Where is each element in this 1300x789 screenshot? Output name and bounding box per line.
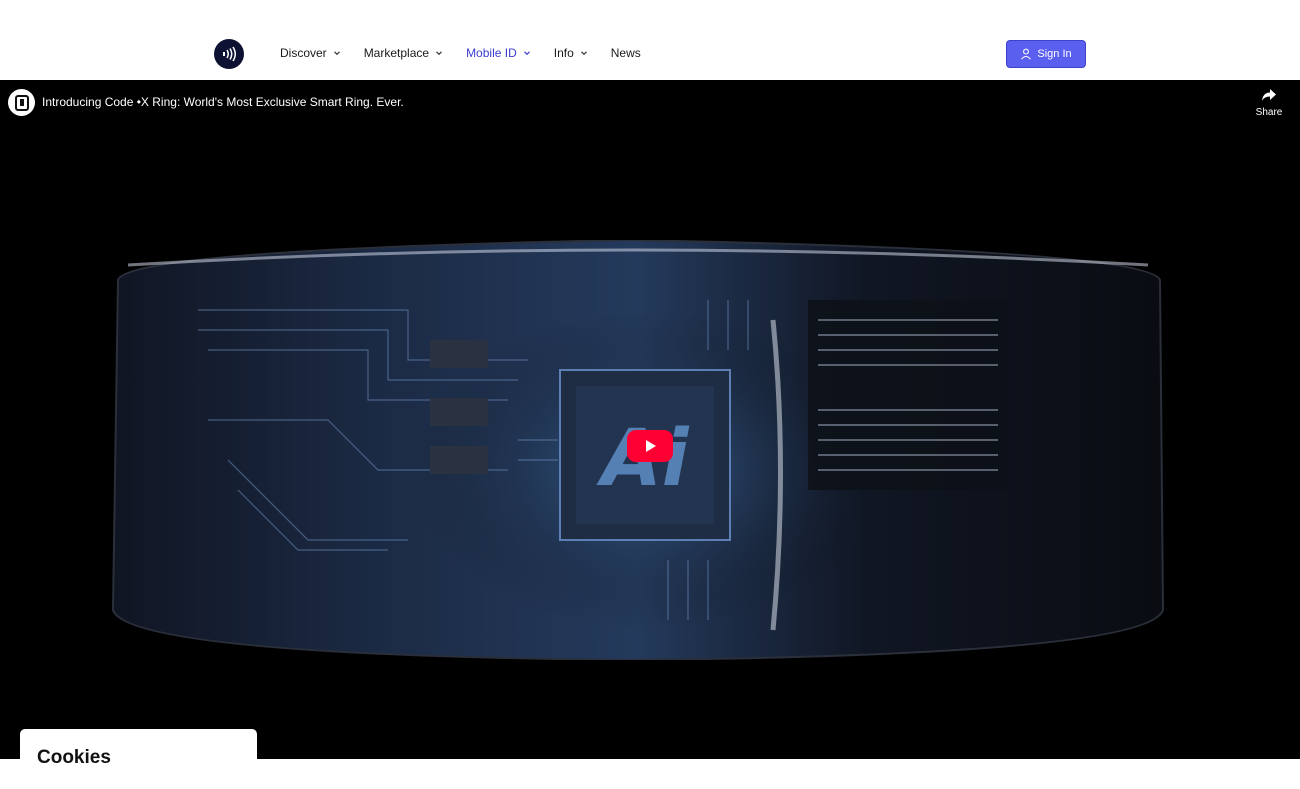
nav-item-label: News — [610, 46, 641, 60]
nav-item-info[interactable]: Info — [554, 46, 588, 60]
sign-in-label: Sign In — [1037, 48, 1072, 60]
nav-item-label: Marketplace — [363, 46, 430, 60]
chevron-down-icon — [333, 51, 340, 56]
play-button[interactable] — [627, 430, 673, 462]
nav-item-discover[interactable]: Discover — [280, 46, 341, 60]
video-title[interactable]: Introducing Code •X Ring: World's Most E… — [42, 95, 404, 109]
nfc-logo-icon[interactable] — [214, 39, 244, 69]
site-header: Discover Marketplace Mobile ID Info News… — [0, 0, 1300, 80]
user-icon — [1021, 48, 1032, 60]
nav-item-mobile-id[interactable]: Mobile ID — [466, 46, 531, 60]
nav-item-label: Mobile ID — [466, 46, 517, 60]
share-button[interactable]: Share — [1252, 88, 1286, 118]
cookie-banner-title: Cookies — [37, 747, 111, 768]
sign-in-button[interactable]: Sign In — [1006, 40, 1086, 68]
cookie-banner: Cookies — [20, 729, 257, 789]
share-icon — [1262, 89, 1276, 101]
chevron-down-icon — [436, 51, 442, 56]
nav-item-marketplace[interactable]: Marketplace — [364, 46, 443, 60]
nav-item-label: Discover — [280, 46, 327, 60]
main-nav: Discover Marketplace Mobile ID Info News — [280, 46, 664, 60]
chevron-down-icon — [523, 51, 530, 56]
play-icon — [646, 440, 656, 452]
chevron-down-icon — [580, 51, 587, 56]
channel-avatar-icon[interactable] — [8, 89, 35, 116]
share-label: Share — [1255, 107, 1283, 118]
nav-item-news[interactable]: News — [611, 46, 641, 60]
nav-item-label: Info — [553, 46, 574, 60]
video-player[interactable]: Ai Introducing Code •X Ring: World's Mos… — [0, 80, 1300, 759]
